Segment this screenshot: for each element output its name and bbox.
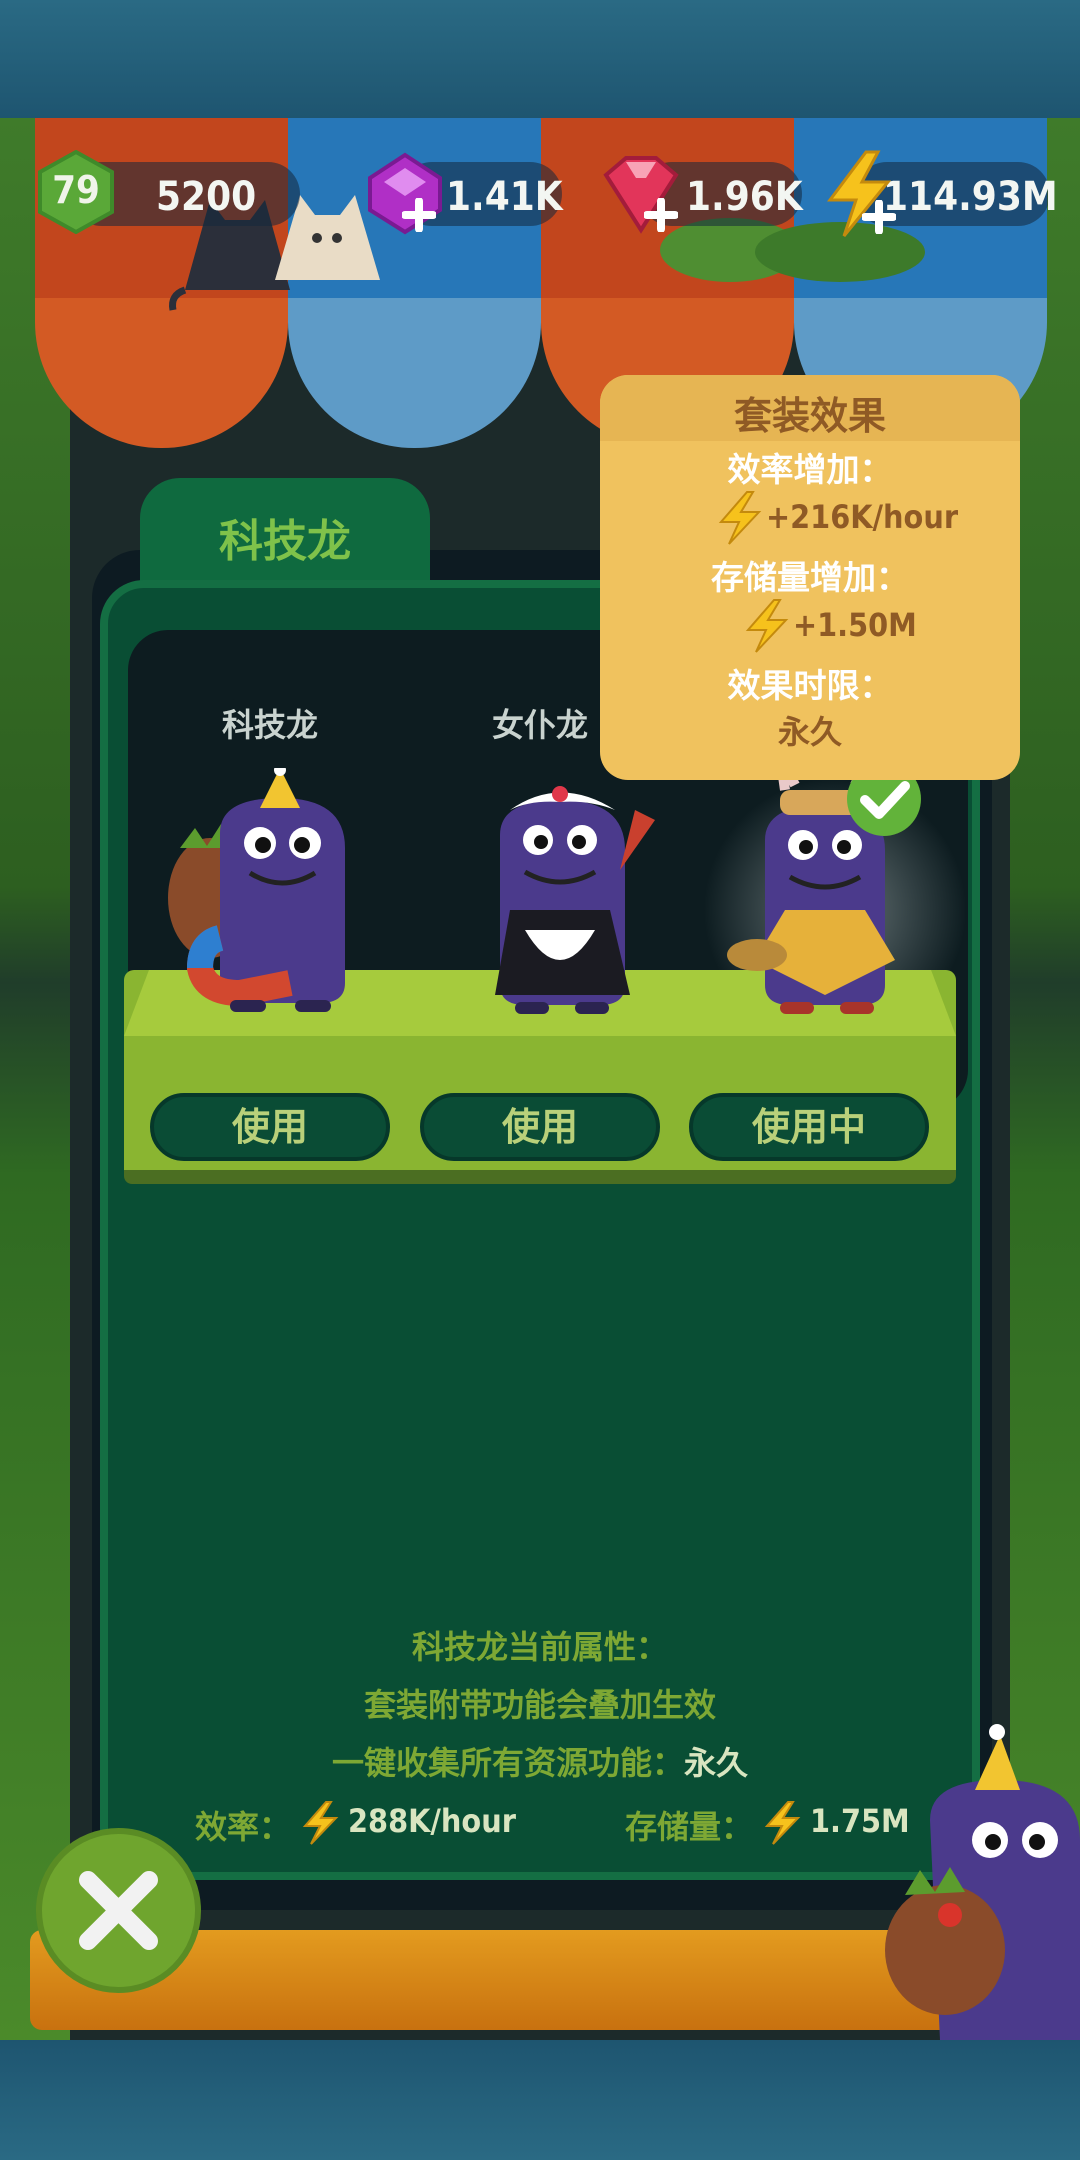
coins-value: 5200 [156,174,257,220]
collect-all-value: 永久 [684,1744,749,1782]
tooltip-duration-value: 永久 [777,713,842,751]
current-stats-row: 效率： 288K/hour 存储量： 1.75M [190,1800,910,1848]
jungle-left-decoration [0,118,70,2040]
tooltip-title: 套装效果 [733,394,886,438]
collect-all-line: 一键收集所有资源功能：永久 [100,1738,980,1784]
maid-dragon-character[interactable] [470,780,670,1020]
level-hex-icon: 79 [36,150,116,234]
lightning-icon [302,1801,339,1845]
tooltip-efficiency-value: +216K/hour [766,498,959,536]
tooltip-storage-row: +1.50M [600,598,1020,654]
plus-icon[interactable] [644,198,678,232]
bottom-backdrop [0,2040,1080,2160]
use-button-tech-dragon[interactable]: 使用 [150,1093,390,1161]
level-value: 79 [52,168,100,212]
set-stacking-note: 套装附带功能会叠加生效 [363,1686,716,1724]
use-button-maid-dragon[interactable]: 使用 [420,1093,660,1161]
tooltip-storage-label: 存储量增加： [711,558,909,597]
plus-icon[interactable] [402,198,436,232]
mascot-dragon [885,1724,1080,2040]
efficiency-label: 效率： [195,1808,292,1846]
energy-value: 114.93M [883,174,1058,220]
storage-label: 存储量： [625,1808,754,1846]
close-button[interactable] [36,1828,201,1993]
tooltip-efficiency-label: 效率增加： [727,450,893,489]
collect-all-label: 一键收集所有资源功能： [331,1744,684,1782]
character-name-1: 科技龙 [221,706,318,744]
efficiency-value: 288K/hour [348,1802,516,1840]
in-use-button[interactable]: 使用中 [689,1093,929,1161]
lightning-icon [764,1801,801,1845]
tab-label: 科技龙 [219,516,351,567]
red-gems-value: 1.96K [686,174,803,220]
shelf-edge [124,1170,956,1184]
purple-gems-value: 1.41K [446,174,563,220]
tooltip-storage-value: +1.50M [793,606,917,644]
close-icon [79,1871,158,1950]
plus-icon[interactable] [862,200,896,234]
lightning-icon [718,491,762,545]
lightning-icon [745,599,789,653]
current-attributes-title: 科技龙当前属性： [411,1628,668,1666]
tooltip-duration-label: 效果时限： [727,666,893,705]
tech-dragon-character[interactable] [160,768,370,1018]
top-backdrop [0,0,1080,118]
tooltip-efficiency-row: +216K/hour [600,490,1020,546]
